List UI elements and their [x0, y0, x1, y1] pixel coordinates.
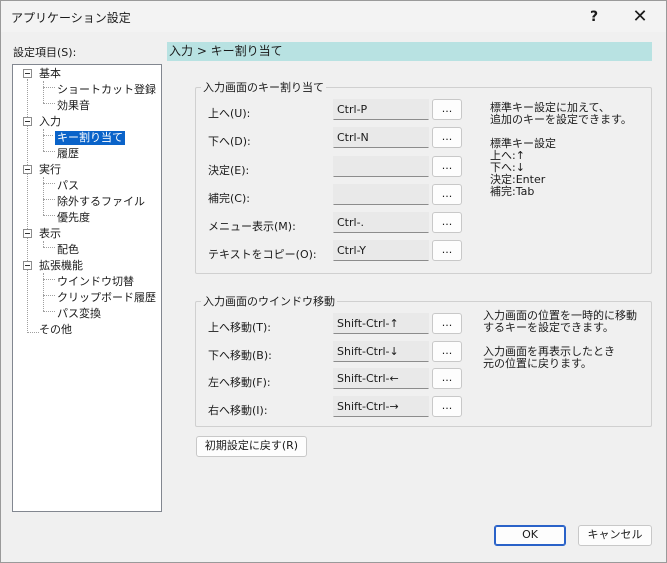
question-icon: ? — [589, 8, 599, 25]
tree-line — [43, 103, 55, 104]
menu-key-field[interactable]: Ctrl-. — [333, 212, 429, 233]
tree-line — [43, 247, 55, 248]
menu-key-browse-button[interactable]: ... — [432, 212, 462, 233]
complete-key-field[interactable] — [333, 184, 429, 205]
tree-item-display[interactable]: 表示 — [37, 227, 63, 241]
collapse-icon[interactable] — [23, 229, 32, 238]
collapse-icon[interactable] — [23, 117, 32, 126]
settings-items-label: 設定項目(S): — [13, 46, 77, 59]
tree-item-basic[interactable]: 基本 — [37, 67, 63, 81]
up-key-browse-button[interactable]: ... — [432, 99, 462, 120]
tree-line — [43, 279, 55, 280]
tree-line — [43, 199, 55, 200]
tree-item-input[interactable]: 入力 — [37, 115, 63, 129]
tree-item-key-assign[interactable]: キー割り当て — [54, 130, 126, 146]
tree-line — [43, 135, 55, 136]
enter-label: 決定(E): — [208, 164, 250, 177]
tree-line — [43, 295, 55, 296]
copy-key-field[interactable]: Ctrl-Y — [333, 240, 429, 261]
down-key-browse-button[interactable]: ... — [432, 127, 462, 148]
move-right-key-field[interactable]: Shift-Ctrl-→ — [333, 396, 429, 417]
copy-label: テキストをコピー(O): — [208, 248, 317, 261]
key-assign-note: 標準キー設定に加えて、 追加のキーを設定できます。 標準キー設定 上へ:↑ 下へ… — [490, 102, 632, 198]
key-assign-group-title: 入力画面のキー割り当て — [201, 79, 326, 95]
note-line: 追加のキーを設定できます。 — [490, 113, 632, 126]
move-up-key-field[interactable]: Shift-Ctrl-↑ — [333, 313, 429, 334]
tree-item-priority[interactable]: 優先度 — [55, 211, 92, 225]
up-label: 上へ(U): — [208, 107, 251, 120]
settings-tree[interactable]: 基本 ショートカット登録 効果音 入力 キー割り当て 履歴 実行 パス 除外する… — [12, 64, 162, 512]
move-left-key-field[interactable]: Shift-Ctrl-← — [333, 368, 429, 389]
move-down-browse-button[interactable]: ... — [432, 341, 462, 362]
tree-item-window-switch[interactable]: ウインドウ切替 — [55, 275, 136, 289]
cancel-button[interactable]: キャンセル — [578, 525, 652, 546]
ok-button[interactable]: OK — [494, 525, 566, 546]
move-left-label: 左へ移動(F): — [208, 376, 271, 389]
note-line: 元の位置に戻ります。 — [483, 357, 592, 370]
reset-defaults-button[interactable]: 初期設定に戻す(R) — [196, 436, 307, 457]
page-header: 入力 > キー割り当て — [167, 42, 652, 61]
settings-dialog: アプリケーション設定 ? ✕ 設定項目(S): 基本 ショートカット登録 効果音… — [0, 0, 667, 563]
complete-key-browse-button[interactable]: ... — [432, 184, 462, 205]
complete-label: 補完(C): — [208, 192, 250, 205]
tree-item-exclude[interactable]: 除外するファイル — [55, 195, 147, 209]
enter-key-field[interactable] — [333, 156, 429, 177]
tree-item-history[interactable]: 履歴 — [55, 147, 81, 161]
close-icon: ✕ — [632, 6, 648, 27]
tree-line — [43, 129, 44, 151]
enter-key-browse-button[interactable]: ... — [432, 156, 462, 177]
copy-key-browse-button[interactable]: ... — [432, 240, 462, 261]
tree-line — [43, 151, 55, 152]
tree-item-run[interactable]: 実行 — [37, 163, 63, 177]
tree-item-extensions[interactable]: 拡張機能 — [37, 259, 85, 273]
move-left-browse-button[interactable]: ... — [432, 368, 462, 389]
tree-item-shortcut[interactable]: ショートカット登録 — [55, 83, 158, 97]
window-move-note: 入力画面の位置を一時的に移動 するキーを設定できます。 入力画面を再表示したとき… — [483, 310, 637, 370]
tree-item-colors[interactable]: 配色 — [55, 243, 81, 257]
title-bar: アプリケーション設定 ? ✕ — [1, 1, 666, 32]
tree-item-clipboard[interactable]: クリップボード履歴 — [55, 291, 158, 305]
move-down-key-field[interactable]: Shift-Ctrl-↓ — [333, 341, 429, 362]
move-right-browse-button[interactable]: ... — [432, 396, 462, 417]
note-line: 補完:Tab — [490, 185, 535, 198]
collapse-icon[interactable] — [23, 69, 32, 78]
down-label: 下へ(D): — [208, 135, 251, 148]
window-title: アプリケーション設定 — [11, 11, 131, 25]
collapse-icon[interactable] — [23, 261, 32, 270]
tree-line — [43, 215, 55, 216]
tree-line — [43, 183, 55, 184]
tree-line — [43, 81, 44, 103]
tree-item-path[interactable]: パス — [55, 179, 81, 193]
tree-item-path-convert[interactable]: パス変換 — [55, 307, 103, 321]
tree-item-sound[interactable]: 効果音 — [55, 99, 92, 113]
tree-line — [43, 87, 55, 88]
menu-label: メニュー表示(M): — [208, 220, 296, 233]
move-up-label: 上へ移動(T): — [208, 321, 272, 334]
move-up-browse-button[interactable]: ... — [432, 313, 462, 334]
window-move-group-title: 入力画面のウインドウ移動 — [201, 293, 337, 309]
tree-item-other[interactable]: その他 — [37, 323, 74, 337]
up-key-field[interactable]: Ctrl-P — [333, 99, 429, 120]
move-right-label: 右へ移動(I): — [208, 404, 268, 417]
down-key-field[interactable]: Ctrl-N — [333, 127, 429, 148]
note-line: するキーを設定できます。 — [483, 321, 614, 334]
tree-line — [43, 311, 55, 312]
collapse-icon[interactable] — [23, 165, 32, 174]
close-button[interactable]: ✕ — [618, 1, 662, 32]
move-down-label: 下へ移動(B): — [208, 349, 272, 362]
help-button[interactable]: ? — [572, 1, 616, 32]
